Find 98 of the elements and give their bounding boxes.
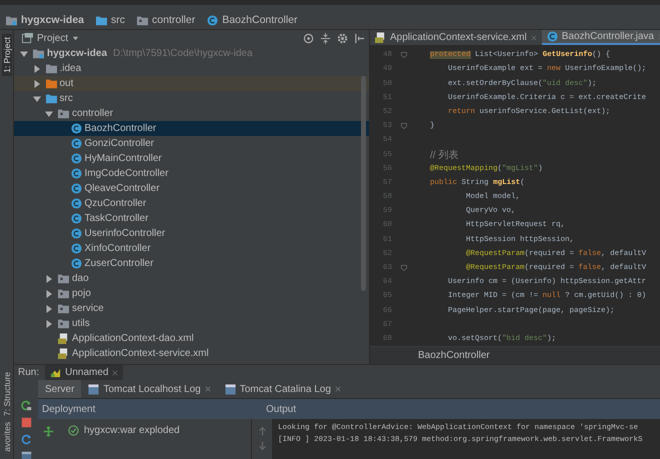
run-tab[interactable]: Tomcat Localhost Log xyxy=(81,380,218,398)
package-folder-icon xyxy=(58,108,69,119)
hide-panel-icon[interactable] xyxy=(354,32,365,44)
xml-file-icon xyxy=(58,348,69,359)
tree-item[interactable]: dao xyxy=(14,271,369,286)
column-header: Output xyxy=(266,404,296,414)
tree-item[interactable]: TaskController xyxy=(14,211,369,226)
tomcat-icon xyxy=(50,367,62,378)
tree-item[interactable]: out xyxy=(14,76,369,91)
collapsed-arrow-icon[interactable] xyxy=(32,80,40,88)
collapsed-arrow-icon[interactable] xyxy=(45,290,53,298)
package-folder-icon xyxy=(58,318,69,329)
run-config-tab[interactable]: Unnamed xyxy=(45,365,124,380)
tool-window-button[interactable]: 7: Structure xyxy=(2,369,12,420)
package-folder-icon xyxy=(137,14,148,26)
package-folder-icon xyxy=(58,303,69,314)
log-window-icon xyxy=(88,384,100,394)
tree-item[interactable]: ImgCodeController xyxy=(14,166,369,181)
breadcrumb-item[interactable]: src xyxy=(96,14,126,26)
breadcrumb-item[interactable]: BaozhController xyxy=(207,14,298,26)
tool-window-button[interactable]: avorites xyxy=(2,419,12,455)
class-icon xyxy=(70,183,82,194)
target-icon[interactable] xyxy=(303,32,314,44)
log-window-icon xyxy=(224,384,236,394)
folder-icon xyxy=(96,14,108,26)
tree-item[interactable]: src xyxy=(14,91,369,106)
tree-item[interactable]: QleaveController xyxy=(14,181,369,196)
package-folder-icon xyxy=(58,273,69,284)
panel-icon xyxy=(22,32,33,44)
close-icon[interactable] xyxy=(334,386,341,392)
editor-tab[interactable]: BaozhController.java xyxy=(542,30,660,46)
tree-item[interactable]: XinfoController xyxy=(14,241,369,256)
expanded-arrow-icon[interactable] xyxy=(32,94,40,102)
fold-marker-icon[interactable] xyxy=(401,52,407,58)
breadcrumb-item[interactable]: controller xyxy=(137,14,196,26)
tree-item[interactable]: QzuController xyxy=(14,196,369,211)
tree-item[interactable]: UserinfoController xyxy=(14,226,369,241)
tree-item[interactable]: BaozhController xyxy=(14,121,369,136)
close-icon[interactable] xyxy=(112,370,118,376)
collapsed-arrow-icon[interactable] xyxy=(32,64,40,72)
editor-tab[interactable]: ApplicationContext-service.xml xyxy=(370,30,542,46)
tree-item[interactable]: GonziController xyxy=(14,136,369,151)
scrollbar[interactable] xyxy=(361,76,366,291)
class-icon xyxy=(70,168,82,179)
expanded-arrow-icon[interactable] xyxy=(45,110,53,118)
module-folder-icon xyxy=(33,48,44,59)
fold-marker-icon[interactable] xyxy=(401,123,407,130)
tree-item[interactable]: service xyxy=(14,301,369,316)
rerun-icon[interactable] xyxy=(20,400,32,411)
settings-icon[interactable] xyxy=(337,32,348,44)
folder-icon xyxy=(46,78,56,89)
editor-breadcrumb[interactable]: BaozhController xyxy=(418,350,490,362)
run-tab[interactable]: Tomcat Catalina Log xyxy=(218,380,348,398)
package-folder-icon xyxy=(58,288,69,299)
tree-item[interactable]: HyMainController xyxy=(14,151,369,166)
class-icon xyxy=(70,123,82,134)
class-icon xyxy=(70,213,82,224)
tree-item[interactable]: controller xyxy=(14,106,369,121)
class-icon xyxy=(70,153,82,164)
expanded-arrow-icon[interactable] xyxy=(20,50,28,58)
folder-icon xyxy=(46,63,56,74)
tree-item[interactable]: .idea xyxy=(14,61,369,76)
tool-window-button[interactable]: 1: Project xyxy=(2,34,12,76)
tree-item[interactable]: ApplicationContext-service.xml xyxy=(14,346,369,361)
close-icon[interactable] xyxy=(204,386,211,392)
run-label: Run: xyxy=(18,367,40,378)
tree-item[interactable]: utils xyxy=(14,316,369,331)
column-header: Deployment xyxy=(41,404,96,414)
class-icon xyxy=(70,243,82,254)
collapsed-arrow-icon[interactable] xyxy=(45,274,53,282)
class-icon xyxy=(70,138,82,149)
class-icon xyxy=(207,14,218,26)
refresh-icon[interactable] xyxy=(20,434,32,445)
deploy-icon[interactable] xyxy=(42,426,54,437)
collapse-icon[interactable] xyxy=(320,32,331,44)
collapsed-arrow-icon[interactable] xyxy=(45,304,53,312)
class-icon xyxy=(70,198,82,209)
tree-item[interactable]: ZuserController xyxy=(14,256,369,271)
stop-icon[interactable] xyxy=(20,417,32,428)
breadcrumb-item[interactable]: hygxcw-idea xyxy=(6,14,84,26)
xml-file-icon xyxy=(58,333,69,344)
code-line: // 列表 xyxy=(429,148,458,162)
fold-marker-icon[interactable] xyxy=(401,265,407,271)
collapsed-arrow-icon[interactable] xyxy=(45,320,53,328)
class-icon xyxy=(70,258,82,269)
project-view-dropdown[interactable]: Project xyxy=(22,32,80,44)
folder-icon xyxy=(46,93,56,104)
class-icon xyxy=(546,31,558,42)
module-folder-icon xyxy=(6,14,17,26)
xml-file-icon xyxy=(375,32,386,44)
tree-item[interactable]: pojo xyxy=(14,286,369,301)
layout-icon[interactable] xyxy=(20,451,32,459)
deployment-item[interactable]: hygxcw:war exploded xyxy=(68,423,180,437)
run-tab[interactable]: Server xyxy=(38,380,82,398)
tree-item[interactable]: hygxcw-idea D:\tmp\7591\Code\hygxcw-idea xyxy=(14,46,369,61)
caret-icon xyxy=(72,34,80,42)
tree-item[interactable]: ApplicationContext-dao.xml xyxy=(14,331,369,346)
class-icon xyxy=(70,228,82,239)
